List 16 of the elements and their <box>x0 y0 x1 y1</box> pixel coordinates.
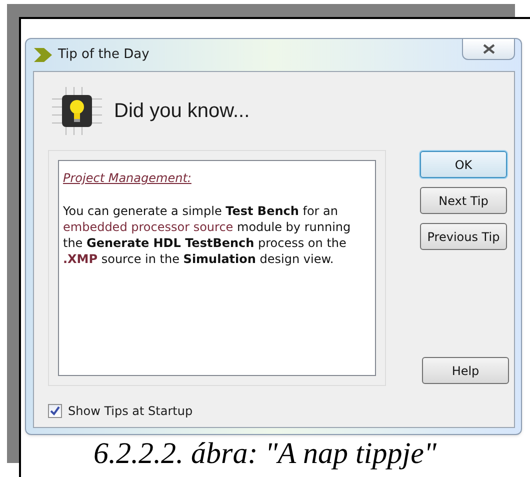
source-link[interactable]: embedded processor source <box>63 220 234 234</box>
dialog-button[interactable]: Previous Tip <box>420 223 507 250</box>
tip-paragraph: You can generate a simple Test Bench for an embedded processor source module by running the Generate HDL TestBench process on the .XMP source in the Simulation design view. <box>63 203 352 267</box>
lightbulb-chip-icon <box>50 85 104 137</box>
close-icon <box>482 44 494 54</box>
window-title: Tip of the Day <box>58 46 150 64</box>
dialog-heading: Did you know... <box>114 99 250 124</box>
help-button[interactable]: Help <box>422 357 509 384</box>
checkbox[interactable] <box>48 404 62 418</box>
chevron-icon <box>34 48 52 62</box>
category-link[interactable]: Project Management: <box>63 171 192 185</box>
figure-caption: 6.2.2.2. ábra: "A nap tippje" <box>94 436 436 472</box>
checkbox-label: Show Tips at Startup <box>68 403 193 420</box>
dialog-button[interactable]: Next Tip <box>420 187 507 214</box>
dialog-button[interactable]: OK <box>420 151 507 178</box>
close-button[interactable] <box>462 38 515 60</box>
